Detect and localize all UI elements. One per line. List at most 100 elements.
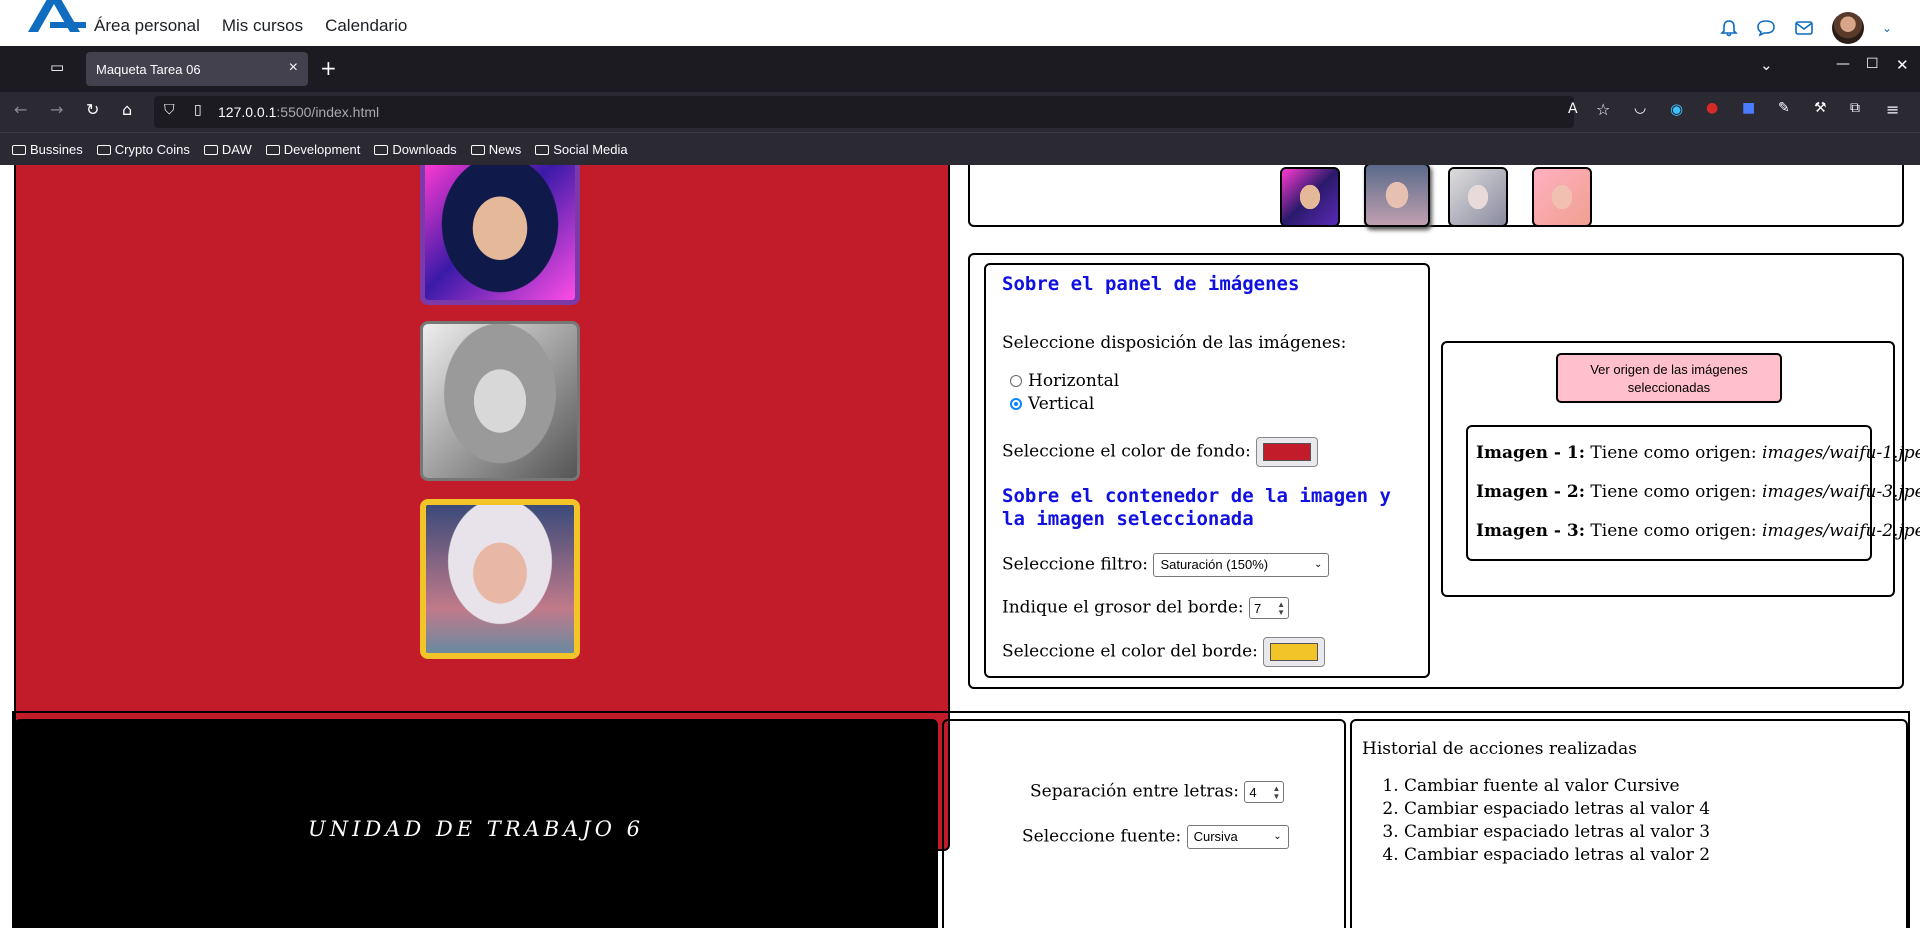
chat-icon[interactable]: [1756, 19, 1776, 37]
radio-horizontal-control[interactable]: [1010, 374, 1022, 387]
nav-calendario[interactable]: Calendario: [325, 16, 407, 36]
spacing-value: 4: [1249, 785, 1257, 800]
unit-title: UNIDAD DE TRABAJO 6: [308, 817, 644, 841]
spacing-row: Separación entre letras: 4 ▲ ▼: [1030, 781, 1285, 803]
border-width-row: Indique el grosor del borde: 7 ▲ ▼: [1002, 597, 1290, 619]
extension-note-icon[interactable]: ■: [1742, 100, 1755, 116]
radio-horizontal[interactable]: Horizontal: [1010, 371, 1119, 391]
maximize-icon[interactable]: ☐: [1866, 56, 1879, 72]
user-avatar[interactable]: [1831, 12, 1864, 44]
bookmark-crypto-coins[interactable]: Crypto Coins: [96, 142, 190, 157]
folder-icon: [265, 145, 280, 155]
filter-value: Saturación (150%): [1160, 557, 1269, 572]
border-width-label: Indique el grosor del borde:: [1002, 597, 1244, 618]
image-3[interactable]: [420, 499, 580, 659]
folder-icon: [96, 145, 111, 155]
thumbnail-4[interactable]: [1532, 167, 1592, 227]
folder-icon: [203, 145, 218, 155]
new-tab-icon[interactable]: +: [320, 56, 337, 80]
radio-vertical-control[interactable]: [1010, 397, 1022, 410]
image-1[interactable]: [420, 165, 580, 305]
origin-item-label: Imagen - 2:: [1476, 482, 1586, 502]
pen-icon[interactable]: ✎: [1778, 100, 1790, 116]
folder-icon: [535, 145, 550, 155]
view-origin-button[interactable]: Ver origen de las imágenes seleccionadas: [1556, 353, 1782, 403]
origin-item-label: Imagen - 3:: [1476, 521, 1586, 541]
chevron-down-icon: ⌄: [1273, 831, 1282, 842]
history-panel: Historial de acciones realizadas Cambiar…: [1350, 719, 1908, 928]
reload-icon[interactable]: ↻: [86, 100, 99, 119]
spacing-stepper[interactable]: 4 ▲ ▼: [1244, 781, 1285, 803]
layout-label: Seleccione disposición de las imágenes:: [1002, 333, 1347, 353]
origin-item-path: images/waifu-1.jpeg: [1762, 443, 1920, 463]
folder-icon: [374, 145, 389, 155]
browser-toolbar: ← → ↻ ⌂ ⛉ ▯ 127.0.0.1:5500/index.html A …: [0, 92, 1920, 132]
back-icon[interactable]: ←: [14, 100, 27, 119]
pocket-icon[interactable]: ◡: [1634, 100, 1646, 116]
spinner-icon[interactable]: ▲ ▼: [1277, 601, 1285, 617]
home-icon[interactable]: ⌂: [122, 100, 132, 119]
thumbnail-strip: [968, 165, 1904, 227]
minimize-icon[interactable]: —: [1836, 56, 1850, 72]
origin-item-path: images/waifu-2.jpeg: [1762, 521, 1920, 541]
bookmark-news[interactable]: News: [470, 141, 522, 157]
moodle-user-tools: ⌄: [1720, 12, 1892, 44]
chevron-down-icon[interactable]: ⌄: [1882, 21, 1892, 35]
shield-icon[interactable]: ⛉: [164, 102, 175, 118]
moodle-nav: Área personal Mis cursos Calendario: [94, 16, 407, 36]
bookmark-label: News: [488, 141, 522, 157]
ublock-icon[interactable]: ●: [1706, 100, 1718, 116]
bookmark-downloads[interactable]: Downloads: [374, 141, 457, 157]
spacing-label: Separación entre letras:: [1030, 781, 1240, 802]
font-select[interactable]: Cursiva ⌄: [1186, 825, 1289, 849]
nav-area-personal[interactable]: Área personal: [94, 16, 200, 36]
folder-icon: [12, 145, 26, 155]
origin-item-text: Tiene como origen:: [1585, 482, 1763, 502]
translate-icon[interactable]: A: [1568, 101, 1578, 117]
radio-vertical[interactable]: Vertical: [1010, 394, 1094, 414]
image-2[interactable]: [420, 321, 580, 481]
thumbnail-1[interactable]: [1280, 167, 1340, 227]
nav-mis-cursos[interactable]: Mis cursos: [222, 16, 303, 36]
origin-item-path: images/waifu-3.jpeg: [1762, 482, 1920, 502]
thumbnail-2[interactable]: [1364, 165, 1430, 227]
bookmark-development[interactable]: Development: [265, 142, 360, 157]
bookmarks-bar: Bussines Crypto Coins DAW Development Do…: [0, 132, 1920, 165]
controls-panel: Sobre el panel de imágenes Seleccione di…: [984, 263, 1430, 678]
text-controls-panel: Separación entre letras: 4 ▲ ▼ Seleccione …: [942, 719, 1346, 928]
thumbnail-3[interactable]: [1448, 167, 1508, 227]
menu-icon[interactable]: ≡: [1886, 100, 1899, 119]
bookmark-label: Downloads: [392, 141, 457, 157]
border-width-value: 7: [1254, 601, 1262, 616]
border-color-picker[interactable]: [1263, 637, 1326, 667]
history-list: Cambiar fuente al valor Cursive Cambiar …: [1364, 775, 1710, 867]
url-text[interactable]: 127.0.0.1:5500/index.html: [218, 104, 379, 120]
filter-select[interactable]: Saturación (150%) ⌄: [1153, 553, 1330, 577]
wrench-icon[interactable]: ⚒: [1814, 100, 1827, 116]
tab-overflow-chevron-icon[interactable]: ⌄: [1760, 56, 1773, 74]
browser-tab-active[interactable]: Maqueta Tarea 06 ×: [86, 52, 308, 86]
close-tab-icon[interactable]: ×: [289, 59, 298, 77]
moodle-logo[interactable]: [24, 0, 86, 32]
extensions-icon[interactable]: ⧉: [1850, 100, 1860, 116]
border-color-label: Seleccione el color del borde:: [1002, 641, 1258, 662]
history-item: Cambiar espaciado letras al valor 4: [1404, 798, 1710, 821]
bookmark-bussines[interactable]: Bussines: [12, 142, 83, 157]
close-window-icon[interactable]: ✕: [1896, 56, 1909, 74]
mail-icon[interactable]: [1794, 20, 1814, 36]
bookmark-daw[interactable]: DAW: [203, 142, 252, 157]
origin-item-3: Imagen - 3: Tiene como origen: images/wa…: [1476, 521, 1920, 541]
origin-item-text: Tiene como origen:: [1585, 521, 1763, 541]
spinner-icon[interactable]: ▲ ▼: [1273, 785, 1281, 801]
history-item: Cambiar espaciado letras al valor 3: [1404, 821, 1710, 844]
origin-item-text: Tiene como origen:: [1585, 443, 1763, 463]
bg-color-picker[interactable]: [1256, 437, 1319, 467]
bookmark-star-icon[interactable]: ☆: [1596, 100, 1610, 119]
forward-icon[interactable]: →: [50, 100, 63, 119]
tab-list-icon[interactable]: ▭: [50, 58, 64, 76]
bell-icon[interactable]: [1720, 19, 1738, 37]
extension-blue-icon[interactable]: ◉: [1670, 100, 1683, 118]
bookmark-label: Bussines: [30, 141, 83, 157]
border-width-stepper[interactable]: 7 ▲ ▼: [1249, 597, 1290, 619]
bookmark-social-media[interactable]: Social Media: [535, 142, 628, 157]
